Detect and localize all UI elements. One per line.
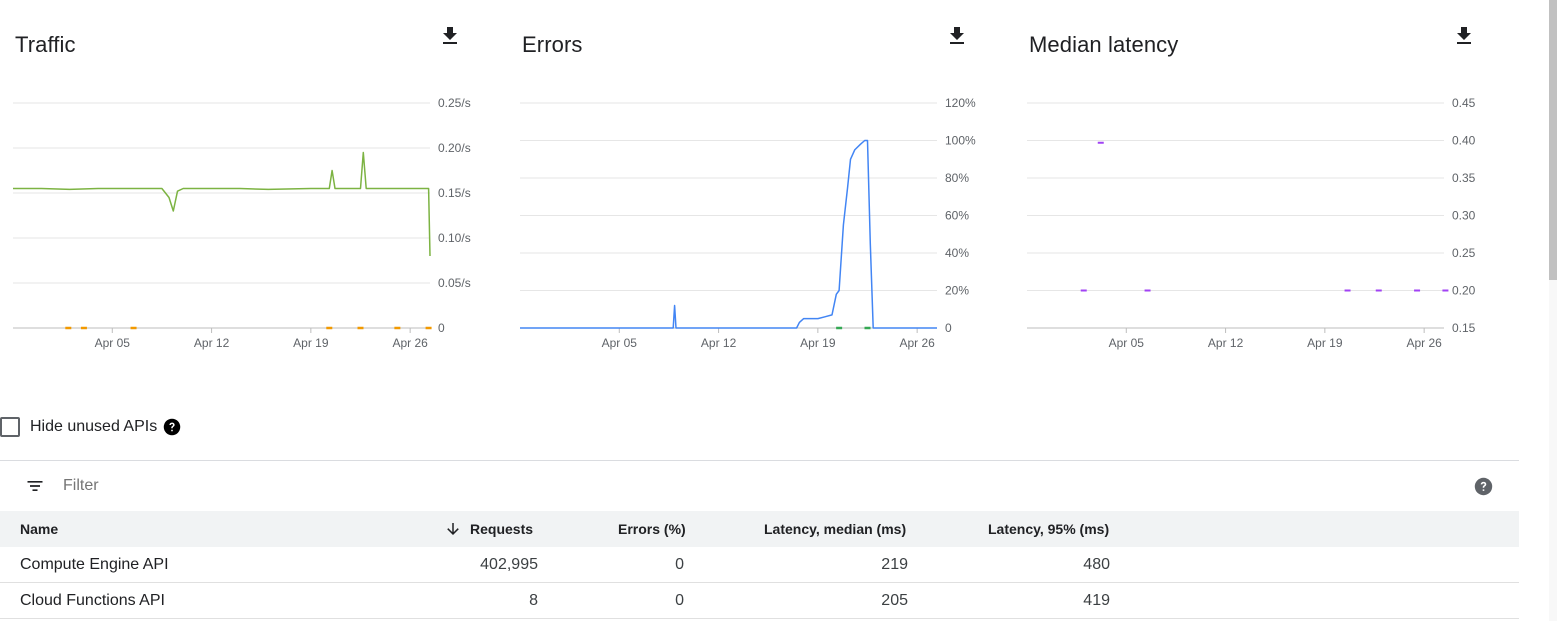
traffic-chart-card: Traffic 0.25/s 0.20/s 0.15/s 0.10/s 0.05/s 0 A… (0, 0, 500, 370)
column-header-latency-95[interactable]: Latency, 95% (ms) (988, 511, 1109, 547)
table-row[interactable]: Cloud Functions API 8 0 205 419 (0, 583, 1519, 619)
latency-chart-card: Median latency 0.45 0.40 0.35 0.30 0.25 0.20 0… (1014, 0, 1514, 370)
page-scrollbar-thumb[interactable] (1549, 0, 1557, 280)
latency-x-tick-label: Apr 26 (1406, 336, 1442, 350)
traffic-series-line (13, 151, 431, 257)
traffic-y-tick-label: 0.05/s (438, 276, 471, 290)
column-header-requests[interactable]: Requests (444, 511, 533, 547)
errors-x-tick-label: Apr 05 (602, 336, 638, 350)
traffic-y-tick-label: 0.20/s (438, 141, 471, 155)
row-name[interactable]: Compute Engine API (20, 547, 169, 583)
latency-x-tick-label: Apr 05 (1109, 336, 1145, 350)
table-header-row: Name Requests Errors (%) Latency, median… (0, 511, 1519, 547)
errors-y-tick-label: 0 (945, 321, 952, 335)
traffic-y-tick-label: 0.25/s (438, 96, 471, 110)
traffic-y-tick-label: 0 (438, 321, 445, 335)
row-latency-95: 480 (1083, 556, 1110, 573)
latency-x-tick-label: Apr 19 (1307, 336, 1343, 350)
latency-y-tick-label: 0.20 (1452, 284, 1476, 298)
traffic-x-tick-label: Apr 19 (293, 336, 329, 350)
arrow-down-icon[interactable] (444, 520, 462, 538)
traffic-x-tick-label: Apr 26 (392, 336, 428, 350)
errors-series-line (520, 139, 937, 329)
hide-unused-row: Hide unused APIs (0, 414, 181, 440)
errors-y-tick-label: 100% (945, 134, 976, 148)
traffic-chart: 0.25/s 0.20/s 0.15/s 0.10/s 0.05/s 0 Apr 05 Apr… (13, 96, 471, 350)
filter-icon[interactable] (25, 476, 45, 496)
errors-x-tick-label: Apr 12 (701, 336, 737, 350)
latency-y-tick-label: 0.15 (1452, 321, 1476, 335)
errors-x-tick-label: Apr 19 (800, 336, 836, 350)
row-latency-95: 419 (1083, 592, 1110, 609)
hide-unused-checkbox[interactable] (0, 417, 20, 437)
errors-y-tick-label: 20% (945, 284, 969, 298)
errors-y-tick-label: 120% (945, 96, 976, 110)
filter-bar (0, 460, 1519, 511)
column-header-errors[interactable]: Errors (%) (618, 511, 686, 547)
errors-chart: 120% 100% 80% 60% 40% 20% 0 Apr 05 Apr 12 Apr 19 A… (520, 96, 976, 350)
traffic-x-tick-label: Apr 05 (95, 336, 131, 350)
row-requests: 8 (529, 592, 538, 609)
column-header-requests-label: Requests (470, 521, 534, 537)
latency-y-tick-label: 0.35 (1452, 171, 1476, 185)
errors-x-tick-label: Apr 26 (899, 336, 935, 350)
page-scrollbar-track[interactable] (1549, 0, 1557, 621)
hide-unused-label[interactable]: Hide unused APIs (30, 418, 157, 436)
latency-y-tick-label: 0.30 (1452, 209, 1476, 223)
filter-input[interactable] (63, 477, 463, 495)
column-header-name[interactable]: Name (20, 511, 58, 547)
column-header-latency-median[interactable]: Latency, median (ms) (764, 511, 906, 547)
latency-y-tick-label: 0.45 (1452, 96, 1476, 110)
help-icon[interactable] (163, 418, 181, 436)
traffic-y-tick-label: 0.10/s (438, 231, 471, 245)
latency-y-tick-label: 0.25 (1452, 246, 1476, 260)
errors-chart-card: Errors 120% 100% 80% 60% 40% 20% 0 Apr 05 Apr 12… (507, 0, 1007, 370)
traffic-x-tick-label: Apr 12 (194, 336, 230, 350)
row-requests: 402,995 (480, 556, 538, 573)
errors-y-tick-label: 60% (945, 209, 969, 223)
row-errors: 0 (675, 556, 684, 573)
row-latency-median: 219 (881, 556, 908, 573)
table-row[interactable]: Compute Engine API 402,995 0 219 480 (0, 547, 1519, 583)
row-name[interactable]: Cloud Functions API (20, 583, 165, 619)
traffic-y-tick-label: 0.15/s (438, 186, 471, 200)
row-errors: 0 (675, 592, 684, 609)
help-icon[interactable] (1474, 477, 1493, 496)
latency-x-tick-label: Apr 12 (1208, 336, 1244, 350)
errors-y-tick-label: 40% (945, 246, 969, 260)
errors-y-tick-label: 80% (945, 171, 969, 185)
latency-y-tick-label: 0.40 (1452, 134, 1476, 148)
row-latency-median: 205 (881, 592, 908, 609)
api-table: Name Requests Errors (%) Latency, median… (0, 460, 1519, 619)
latency-chart: 0.45 0.40 0.35 0.30 0.25 0.20 0.15 Apr 05 Apr 12… (1027, 96, 1476, 350)
